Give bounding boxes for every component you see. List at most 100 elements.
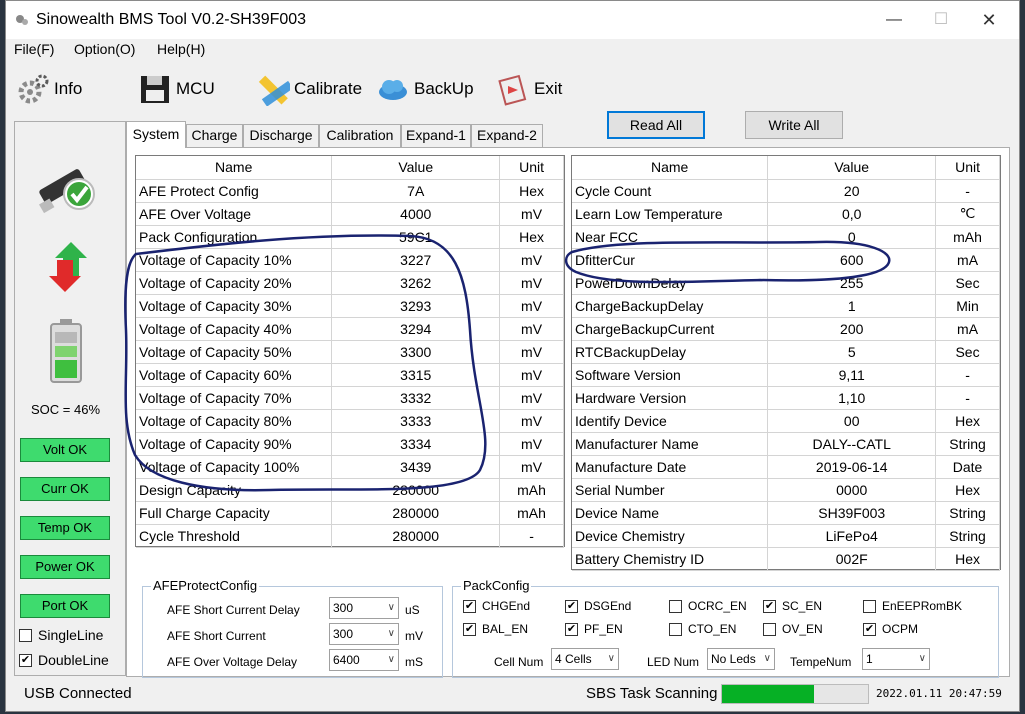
volt-ok-indicator[interactable]: Volt OK	[20, 438, 110, 462]
table-row[interactable]: Voltage of Capacity 20% 3262 mV	[136, 271, 564, 295]
pack-checkbox-pf-en[interactable]: ✔ PF_EN	[565, 622, 623, 636]
tab-calibration[interactable]: Calibration	[319, 124, 401, 147]
table-row[interactable]: ChargeBackupDelay 1 Min	[572, 294, 1000, 318]
value-cell[interactable]: 3333	[331, 409, 501, 433]
checkbox-box[interactable]	[669, 622, 682, 636]
value-cell[interactable]: DALY--CATL	[767, 432, 937, 456]
table-row[interactable]: Learn Low Temperature 0,0 ℃	[572, 202, 1000, 226]
single-line-checkbox[interactable]: SingleLine	[19, 627, 103, 643]
value-cell[interactable]: SH39F003	[767, 501, 937, 525]
value-cell[interactable]: 5	[767, 340, 937, 364]
table-row[interactable]: Serial Number 0000 Hex	[572, 478, 1000, 502]
afe-short-current-select[interactable]: 300 ∨	[329, 623, 399, 645]
pack-checkbox-ocrc-en[interactable]: OCRC_EN	[669, 599, 747, 613]
value-cell[interactable]: 3294	[331, 317, 501, 341]
value-cell[interactable]: 3262	[331, 271, 501, 295]
table-row[interactable]: Hardware Version 1,10-	[572, 386, 1000, 410]
table-row[interactable]: Voltage of Capacity 50% 3300 mV	[136, 340, 564, 364]
double-line-checkbox[interactable]: ✔ DoubleLine	[19, 652, 109, 668]
value-cell[interactable]: 3300	[331, 340, 501, 364]
table-row[interactable]: Device Chemistry LiFePo4 String	[572, 524, 1000, 548]
table-row[interactable]: Manufacture Date 2019-06-14 Date	[572, 455, 1000, 479]
tab-discharge[interactable]: Discharge	[243, 124, 319, 147]
menu-file[interactable]: File(F)	[14, 41, 54, 57]
tab-system[interactable]: System	[126, 121, 186, 148]
table-row[interactable]: Voltage of Capacity 100% 3439 mV	[136, 455, 564, 479]
value-cell[interactable]: LiFePo4	[767, 524, 937, 548]
table-row[interactable]: DfitterCur 600 mA	[572, 248, 1000, 272]
tab-expand-2[interactable]: Expand-2	[471, 124, 543, 147]
value-cell[interactable]: 600	[767, 248, 937, 272]
value-cell[interactable]: 002F	[767, 547, 937, 571]
value-cell[interactable]: 4000	[331, 202, 501, 226]
value-cell[interactable]: 0000	[767, 478, 937, 502]
value-cell[interactable]: 9,11	[767, 363, 937, 387]
tab-expand-1[interactable]: Expand-1	[401, 124, 471, 147]
table-row[interactable]: Manufacturer Name DALY--CATL String	[572, 432, 1000, 456]
value-cell[interactable]: 59C1	[331, 225, 501, 249]
tab-charge[interactable]: Charge	[186, 124, 243, 147]
value-cell[interactable]: 3332	[331, 386, 501, 410]
cell-num-select[interactable]: 4 Cells ∨	[551, 648, 619, 670]
table-row[interactable]: Near FCC 0 mAh	[572, 225, 1000, 249]
pack-checkbox-ov-en[interactable]: OV_EN	[763, 622, 823, 636]
menu-help[interactable]: Help(H)	[157, 41, 205, 57]
table-row[interactable]: Voltage of Capacity 80% 3333 mV	[136, 409, 564, 433]
value-cell[interactable]: 0	[767, 225, 937, 249]
power-ok-indicator[interactable]: Power OK	[20, 555, 110, 579]
minimize-button[interactable]: —	[871, 5, 917, 35]
checkbox-box[interactable]: ✔	[863, 622, 876, 636]
checkbox-box[interactable]	[669, 599, 682, 613]
value-cell[interactable]: 3293	[331, 294, 501, 318]
pack-checkbox-sc-en[interactable]: ✔ SC_EN	[763, 599, 822, 613]
single-line-box[interactable]	[19, 628, 32, 642]
value-cell[interactable]: 20	[767, 179, 937, 203]
tempe-num-select[interactable]: 1 ∨	[862, 648, 930, 670]
table-row[interactable]: Voltage of Capacity 70% 3332 mV	[136, 386, 564, 410]
checkbox-box[interactable]: ✔	[463, 599, 476, 613]
temp-ok-indicator[interactable]: Temp OK	[20, 516, 110, 540]
table-row[interactable]: Voltage of Capacity 10% 3227 mV	[136, 248, 564, 272]
value-cell[interactable]: 00	[767, 409, 937, 433]
calibrate-button[interactable]: Calibrate	[256, 69, 364, 109]
table-row[interactable]: Cycle Threshold 280000-	[136, 524, 564, 548]
value-cell[interactable]: 2019-06-14	[767, 455, 937, 479]
table-row[interactable]: Voltage of Capacity 30% 3293 mV	[136, 294, 564, 318]
table-row[interactable]: ChargeBackupCurrent 200 mA	[572, 317, 1000, 341]
pack-checkbox-cto-en[interactable]: CTO_EN	[669, 622, 736, 636]
table-row[interactable]: Software Version 9,11-	[572, 363, 1000, 387]
afe-short-current-delay-select[interactable]: 300 ∨	[329, 597, 399, 619]
read-all-button[interactable]: Read All	[607, 111, 705, 139]
afe-over-voltage-delay-select[interactable]: 6400 ∨	[329, 649, 399, 671]
table-row[interactable]: Voltage of Capacity 40% 3294 mV	[136, 317, 564, 341]
mcu-button[interactable]: MCU	[138, 69, 244, 109]
value-cell[interactable]: 280000	[331, 524, 501, 548]
close-button[interactable]: ✕	[966, 5, 1012, 35]
table-row[interactable]: Cycle Count 20-	[572, 179, 1000, 203]
double-line-box[interactable]: ✔	[19, 653, 32, 667]
led-num-select[interactable]: No Leds ∨	[707, 648, 775, 670]
curr-ok-indicator[interactable]: Curr OK	[20, 477, 110, 501]
table-row[interactable]: Voltage of Capacity 90% 3334 mV	[136, 432, 564, 456]
table-row[interactable]: Pack Configuration 59C1 Hex	[136, 225, 564, 249]
value-cell[interactable]: 3439	[331, 455, 501, 479]
port-ok-indicator[interactable]: Port OK	[20, 594, 110, 618]
value-cell[interactable]: 280000	[331, 501, 501, 525]
value-cell[interactable]: 1	[767, 294, 937, 318]
write-all-button[interactable]: Write All	[745, 111, 843, 139]
table-row[interactable]: Voltage of Capacity 60% 3315 mV	[136, 363, 564, 387]
value-cell[interactable]: 3334	[331, 432, 501, 456]
value-cell[interactable]: 7A	[331, 179, 501, 203]
exit-button[interactable]: Exit	[496, 69, 604, 109]
table-row[interactable]: Design Capacity 280000 mAh	[136, 478, 564, 502]
checkbox-box[interactable]	[863, 599, 876, 613]
checkbox-box[interactable]: ✔	[463, 622, 476, 636]
value-cell[interactable]: 255	[767, 271, 937, 295]
table-row[interactable]: AFE Over Voltage 4000 mV	[136, 202, 564, 226]
checkbox-box[interactable]	[763, 622, 776, 636]
pack-checkbox-dsgend[interactable]: ✔ DSGEnd	[565, 599, 631, 613]
table-row[interactable]: RTCBackupDelay 5 Sec	[572, 340, 1000, 364]
table-row[interactable]: AFE Protect Config 7A Hex	[136, 179, 564, 203]
value-cell[interactable]: 0,0	[767, 202, 937, 226]
table-row[interactable]: Identify Device 00 Hex	[572, 409, 1000, 433]
